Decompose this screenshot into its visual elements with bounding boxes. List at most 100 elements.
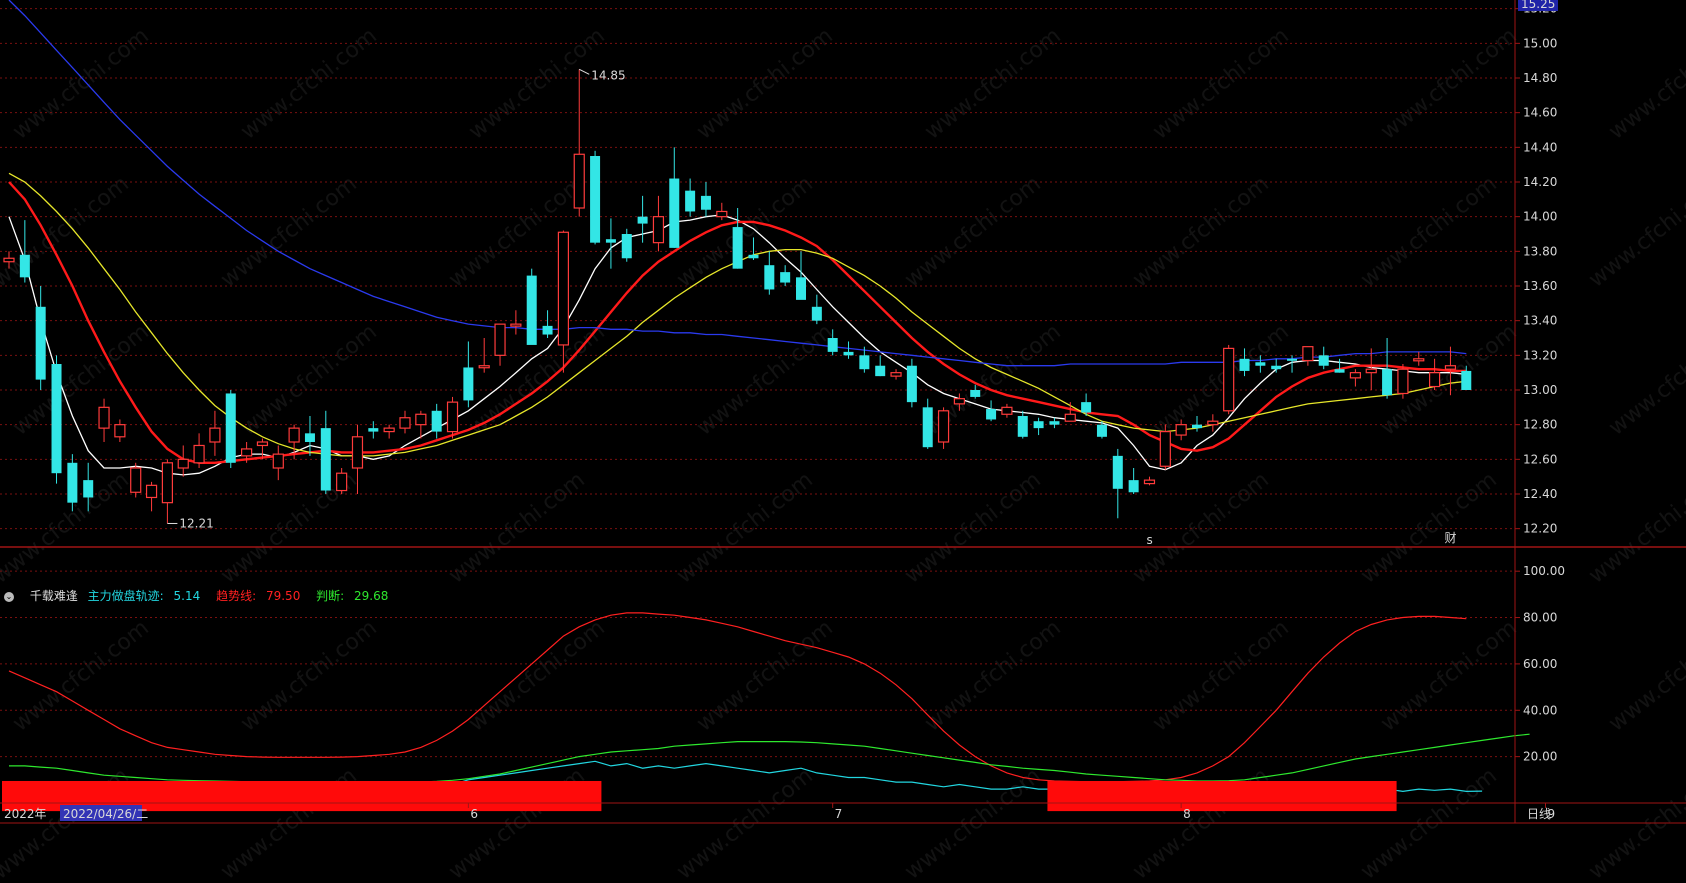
candle-body-down — [1334, 369, 1345, 373]
candle — [368, 421, 379, 439]
candle-body-up — [256, 441, 269, 447]
candle — [1207, 414, 1219, 432]
watermark-text: www.cfchi.com — [1148, 23, 1293, 144]
candle-body-up — [557, 231, 570, 346]
candle — [1428, 358, 1441, 390]
candle — [1334, 358, 1345, 373]
candle-body-up — [336, 472, 348, 492]
indicator-tick-label: 60.00 — [1523, 657, 1557, 671]
candle-body-up — [114, 424, 126, 438]
candle-body-up — [510, 323, 522, 327]
candle — [1192, 416, 1202, 432]
candle-body-up — [1175, 424, 1187, 436]
candle — [225, 390, 236, 468]
candle — [843, 341, 854, 359]
watermark-text: www.cfchi.com — [692, 23, 837, 144]
candle-body-up — [98, 406, 110, 429]
indicator-name: 千载难逢 — [29, 589, 78, 603]
candle — [1033, 417, 1044, 436]
chart-canvas[interactable]: www.cfchi.com www.cfchi.com www.cfchi.com w… — [0, 0, 1686, 883]
watermark-text: www.cfchi.com — [1604, 319, 1686, 440]
candle-body-down — [1096, 424, 1107, 437]
watermark-text: www.cfchi.com — [900, 467, 1045, 588]
candle-body-down — [748, 254, 759, 259]
candle — [637, 195, 648, 243]
price-tick-label: 14.20 — [1523, 175, 1557, 189]
watermark-text: www.cfchi.com — [236, 23, 381, 144]
candle-body-down — [431, 410, 442, 432]
candle-body-up — [130, 467, 142, 493]
price-tick-label: 14.80 — [1523, 71, 1557, 85]
candle-body-up — [1397, 368, 1409, 395]
candle — [51, 355, 62, 484]
candle-body-up — [161, 462, 173, 504]
candle — [542, 310, 553, 338]
candle-body-down — [67, 462, 78, 503]
candle-body-down — [605, 239, 616, 243]
candle — [890, 369, 902, 380]
watermark-text: www.cfchi.com — [672, 171, 817, 292]
candle-body-down — [1461, 370, 1472, 390]
candle-body-down — [1049, 421, 1060, 425]
year-label: 2022年 — [4, 807, 47, 821]
candle — [875, 355, 886, 377]
watermark-text: www.cfchi.com — [692, 319, 837, 440]
month-label: 7 — [835, 807, 843, 821]
watermark-text: www.cfchi.com — [8, 615, 153, 736]
watermark-text: www.cfchi.com — [8, 23, 153, 144]
signal-bar — [1047, 780, 1397, 812]
watermark-text: www.cfchi.com — [1128, 171, 1273, 292]
candle — [669, 147, 680, 248]
candle-body-down — [875, 365, 886, 377]
candle-body-up — [351, 436, 364, 469]
candle-body-down — [700, 195, 711, 210]
candle — [1112, 448, 1123, 519]
candle — [177, 445, 189, 477]
indicator-tick-label: 20.00 — [1523, 750, 1557, 764]
candle-body-down — [320, 428, 331, 491]
price-tick-label: 13.20 — [1523, 348, 1557, 362]
candle-body-down — [906, 365, 917, 403]
watermark-text: www.cfchi.com — [900, 171, 1045, 292]
candle — [494, 323, 506, 366]
candle-body-down — [1081, 402, 1092, 413]
candle — [1413, 351, 1425, 366]
candle — [1318, 346, 1329, 370]
candle-body-down — [621, 234, 632, 259]
candle-body-down — [827, 338, 838, 352]
indicator-settings-icon[interactable]: ⌄ — [4, 589, 20, 603]
candle-body-down — [1318, 355, 1329, 366]
candle — [1128, 468, 1139, 494]
price-tick-label: 12.40 — [1523, 487, 1557, 501]
watermark-text: www.cfchi.com — [464, 23, 609, 144]
candle-body-up — [1349, 372, 1362, 379]
candle-body-down — [1128, 480, 1139, 493]
month-label: 8 — [1183, 807, 1191, 821]
watermark-text: www.cfchi.com — [1376, 23, 1521, 144]
candle-body-up — [399, 417, 411, 429]
candle — [399, 410, 411, 434]
candle-body-up — [573, 153, 585, 209]
candle-body-up — [209, 427, 221, 443]
candle — [986, 400, 997, 422]
last-price-label: 15.25 — [1521, 0, 1555, 11]
event-marker-s: s — [1146, 533, 1152, 547]
candle-body-up — [241, 448, 253, 457]
legend-main-force: 主力做盘轨迹: 5.14 — [87, 589, 201, 603]
watermark-text: www.cfchi.com — [236, 319, 381, 440]
watermark-text: www.cfchi.com — [1604, 23, 1686, 144]
candle-body-down — [764, 265, 775, 290]
candle-body-down — [225, 393, 236, 463]
candle-body-up — [1001, 406, 1013, 415]
candle-body-down — [542, 325, 553, 335]
candle — [780, 265, 791, 286]
candle — [605, 218, 616, 269]
watermark-text: www.cfchi.com — [464, 615, 609, 736]
watermark-text: www.cfchi.com — [1584, 467, 1686, 588]
candle-body-down — [1239, 358, 1250, 371]
candle — [1049, 417, 1060, 429]
candle — [1001, 403, 1013, 418]
candle — [510, 310, 522, 335]
price-tick-label: 13.00 — [1523, 383, 1557, 397]
candle — [573, 69, 585, 217]
